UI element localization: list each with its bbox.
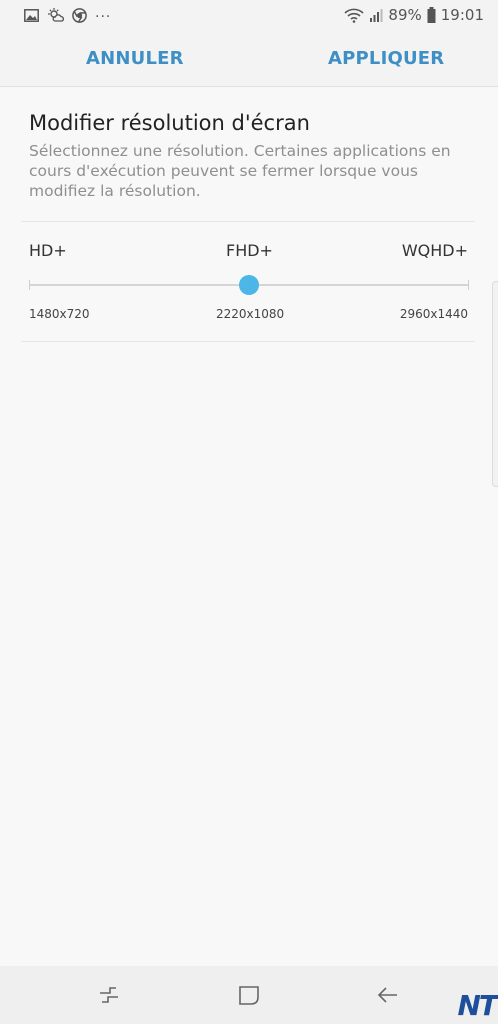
recent-apps-icon[interactable] <box>96 983 122 1007</box>
option-value-wqhd: 2960x1440 <box>399 307 468 321</box>
option-value-hd: 1480x720 <box>29 307 90 321</box>
resolution-slider[interactable] <box>29 274 469 296</box>
action-bar: ANNULER APPLIQUER <box>0 30 498 87</box>
slider-tick-hd <box>29 280 30 290</box>
option-label-wqhd[interactable]: WQHD+ <box>402 241 468 260</box>
divider <box>21 341 475 342</box>
edge-panel-handle[interactable] <box>492 281 498 487</box>
slider-thumb[interactable] <box>239 275 259 295</box>
weather-icon <box>47 8 64 22</box>
screen: ... 89% 19:01 ANNULER APPLIQUER Modifier… <box>0 0 498 1024</box>
divider <box>21 221 475 222</box>
chrome-icon <box>72 7 87 23</box>
status-right: 89% 19:01 <box>344 6 484 24</box>
status-bar: ... 89% 19:01 <box>0 0 498 30</box>
home-icon[interactable] <box>236 983 262 1007</box>
watermark-logo: NT <box>457 989 498 1022</box>
option-value-fhd: 2220x1080 <box>216 307 285 321</box>
option-label-fhd[interactable]: FHD+ <box>226 241 273 260</box>
battery-icon <box>427 7 436 23</box>
battery-percent: 89% <box>388 6 422 24</box>
slider-tick-wqhd <box>468 280 469 290</box>
page-description: Sélectionnez une résolution. Certaines a… <box>29 142 451 200</box>
status-time: 19:01 <box>440 6 484 24</box>
more-notifications: ... <box>95 5 112 21</box>
status-left: ... <box>24 5 112 23</box>
cancel-button[interactable]: ANNULER <box>86 48 184 69</box>
option-label-hd[interactable]: HD+ <box>29 241 67 260</box>
navigation-bar <box>0 966 498 1024</box>
apply-button[interactable]: APPLIQUER <box>328 48 444 69</box>
signal-icon <box>369 8 383 22</box>
page-title: Modifier résolution d'écran <box>29 111 310 135</box>
wifi-icon <box>344 8 364 23</box>
gallery-icon <box>24 8 39 22</box>
back-icon[interactable] <box>375 983 401 1007</box>
